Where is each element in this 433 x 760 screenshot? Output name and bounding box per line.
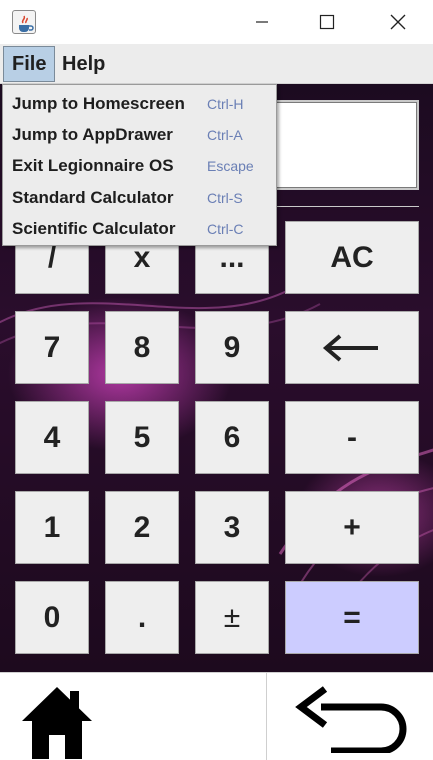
negate-button[interactable]: ±	[195, 581, 269, 654]
menu-item-jump-appdrawer[interactable]: Jump to AppDrawer Ctrl-A	[3, 120, 276, 151]
left-arrow-icon	[322, 333, 378, 362]
menu-item-label: Scientific Calculator	[12, 219, 176, 238]
back-button[interactable]	[267, 673, 433, 760]
menu-item-accelerator: Ctrl-C	[207, 221, 244, 237]
digit-7-button[interactable]: 7	[15, 311, 89, 384]
menu-item-standard-calculator[interactable]: Standard Calculator Ctrl-S	[3, 183, 276, 214]
menu-help[interactable]: Help	[54, 46, 113, 82]
menu-item-exit-os[interactable]: Exit Legionnaire OS Escape	[3, 151, 276, 182]
bottom-navigation	[0, 672, 433, 760]
digit-6-button[interactable]: 6	[195, 401, 269, 474]
home-icon	[22, 687, 92, 759]
menu-item-label: Jump to Homescreen	[12, 94, 185, 113]
menu-file[interactable]: File	[3, 46, 56, 82]
menu-item-label: Standard Calculator	[12, 188, 174, 207]
menu-item-scientific-calculator[interactable]: Scientific Calculator Ctrl-C	[3, 214, 276, 245]
digit-1-button[interactable]: 1	[15, 491, 89, 564]
minus-button[interactable]: -	[285, 401, 419, 474]
equals-button[interactable]: =	[285, 581, 419, 654]
clear-button[interactable]: AC	[285, 221, 419, 294]
menu-item-label: Jump to AppDrawer	[12, 125, 173, 144]
digit-2-button[interactable]: 2	[105, 491, 179, 564]
decimal-button[interactable]: .	[105, 581, 179, 654]
java-app-icon[interactable]	[12, 10, 36, 34]
menu-item-accelerator: Escape	[207, 158, 254, 174]
back-arrow-icon	[295, 686, 407, 753]
maximize-icon	[319, 14, 335, 30]
digit-0-button[interactable]: 0	[15, 581, 89, 654]
plus-button[interactable]: +	[285, 491, 419, 564]
menu-item-accelerator: Ctrl-H	[207, 96, 244, 112]
display-divider	[262, 206, 419, 207]
menu-item-label: Exit Legionnaire OS	[12, 156, 174, 175]
digit-5-button[interactable]: 5	[105, 401, 179, 474]
file-menu-dropdown: Jump to Homescreen Ctrl-H Jump to AppDra…	[2, 84, 277, 246]
digit-9-button[interactable]: 9	[195, 311, 269, 384]
maximize-button[interactable]	[304, 0, 350, 44]
menu-bar: File Help	[0, 44, 433, 84]
backspace-button[interactable]	[285, 311, 419, 384]
digit-8-button[interactable]: 8	[105, 311, 179, 384]
close-icon	[390, 14, 406, 30]
digit-3-button[interactable]: 3	[195, 491, 269, 564]
digit-4-button[interactable]: 4	[15, 401, 89, 474]
minimize-icon	[256, 21, 268, 23]
minimize-button[interactable]	[239, 0, 285, 44]
menu-item-accelerator: Ctrl-S	[207, 190, 243, 206]
menu-item-jump-homescreen[interactable]: Jump to Homescreen Ctrl-H	[3, 89, 276, 120]
title-bar	[0, 0, 433, 44]
home-button[interactable]	[0, 673, 267, 760]
calculator-display	[262, 100, 419, 190]
menu-item-accelerator: Ctrl-A	[207, 127, 243, 143]
close-button[interactable]	[375, 0, 421, 44]
